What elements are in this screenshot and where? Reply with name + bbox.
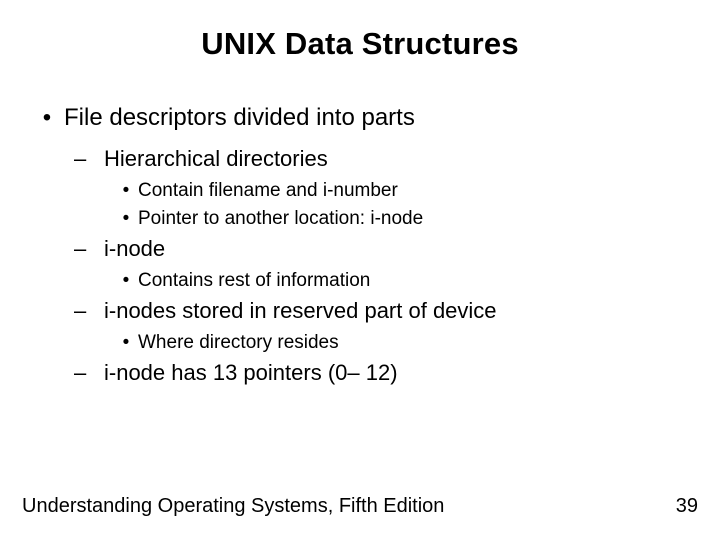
list-item: – Hierarchical directories (74, 146, 690, 172)
slide-title: UNIX Data Structures (30, 26, 690, 62)
bullet-dot-icon: • (114, 270, 138, 292)
footer-source: Understanding Operating Systems, Fifth E… (22, 495, 444, 518)
bullet-dot-icon: • (114, 208, 138, 230)
slide-content: • File descriptors divided into parts – … (30, 104, 690, 386)
list-item: • Where directory resides (114, 332, 690, 354)
list-item-label: Where directory resides (138, 332, 339, 354)
list-item: – i-node (74, 236, 690, 262)
list-item-label: i-node (104, 236, 165, 262)
list-item-label: Pointer to another location: i-node (138, 208, 423, 230)
bullet-dash-icon: – (74, 146, 104, 172)
list-item: • Contains rest of information (114, 270, 690, 292)
list-item-label: Contain filename and i-number (138, 180, 398, 202)
page-number: 39 (676, 495, 698, 518)
list-item: • File descriptors divided into parts (30, 104, 690, 132)
bullet-dash-icon: – (74, 360, 104, 386)
slide-footer: Understanding Operating Systems, Fifth E… (22, 495, 698, 518)
bullet-dash-icon: – (74, 236, 104, 262)
list-item: – i-node has 13 pointers (0– 12) (74, 360, 690, 386)
list-item-label: i-nodes stored in reserved part of devic… (104, 298, 497, 324)
list-item: • Pointer to another location: i-node (114, 208, 690, 230)
list-item: – i-nodes stored in reserved part of dev… (74, 298, 690, 324)
list-item-label: Contains rest of information (138, 270, 370, 292)
list-item-label: i-node has 13 pointers (0– 12) (104, 360, 398, 386)
bullet-dot-icon: • (114, 180, 138, 202)
bullet-dot-icon: • (114, 332, 138, 354)
bullet-dash-icon: – (74, 298, 104, 324)
bullet-dot-icon: • (30, 104, 64, 132)
list-item-label: File descriptors divided into parts (64, 104, 415, 132)
slide: UNIX Data Structures • File descriptors … (0, 0, 720, 540)
list-item-label: Hierarchical directories (104, 146, 328, 172)
list-item: • Contain filename and i-number (114, 180, 690, 202)
